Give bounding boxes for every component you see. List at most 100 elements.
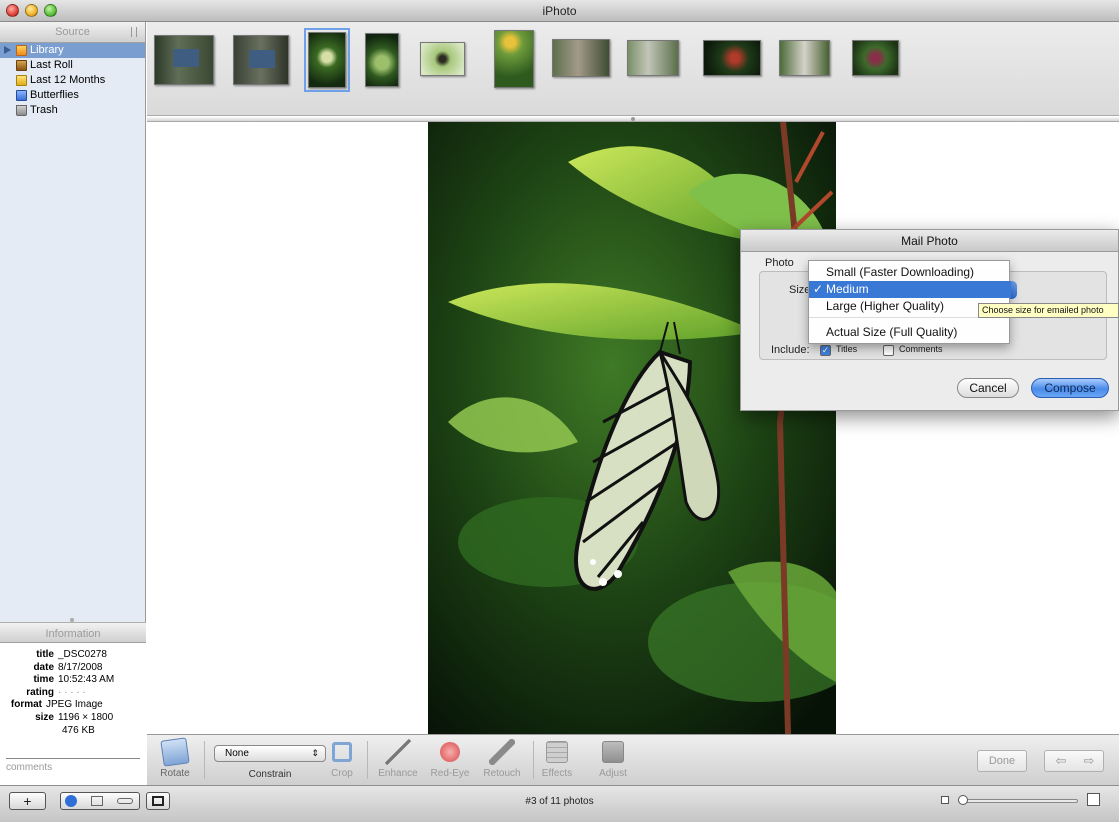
red-eye-icon bbox=[440, 742, 460, 762]
photo-thumbnail[interactable] bbox=[233, 35, 289, 85]
compose-button[interactable]: Compose bbox=[1031, 378, 1109, 398]
album-icon bbox=[16, 90, 27, 101]
titles-checkbox-label: Titles bbox=[836, 344, 858, 354]
photo-thumbnail[interactable] bbox=[494, 30, 534, 88]
constrain-value: None bbox=[225, 748, 249, 759]
comments-checkbox[interactable] bbox=[883, 345, 894, 356]
sidebar-item-library[interactable]: Library bbox=[0, 43, 145, 58]
adjust-button[interactable]: Adjust bbox=[595, 739, 631, 779]
crop-label: Crop bbox=[331, 768, 353, 779]
photo-thumbnail[interactable] bbox=[420, 42, 465, 76]
info-key: date bbox=[33, 661, 54, 673]
photo-thumbnail[interactable] bbox=[703, 40, 761, 76]
sidebar-item-label: Butterflies bbox=[30, 89, 79, 101]
photo-thumbnail[interactable] bbox=[154, 35, 214, 85]
adjust-sliders-icon bbox=[602, 741, 624, 763]
sidebar-item-last-roll[interactable]: Last Roll bbox=[0, 58, 145, 73]
panel-splitter-handle[interactable] bbox=[70, 618, 74, 622]
checkmark-icon: ✓ bbox=[813, 282, 824, 296]
info-key: time bbox=[33, 674, 54, 686]
info-key: size bbox=[35, 711, 54, 723]
zoom-slider[interactable] bbox=[960, 799, 1078, 803]
info-row-time: time 10:52:43 AM bbox=[0, 674, 146, 687]
red-eye-button[interactable]: Red-Eye bbox=[429, 739, 471, 779]
info-row-filesize: 476 KB bbox=[0, 725, 146, 738]
photo-time-value[interactable]: 10:52:43 AM bbox=[58, 674, 146, 687]
disclosure-triangle-icon[interactable] bbox=[4, 46, 11, 54]
sidebar-item-trash[interactable]: Trash bbox=[0, 103, 145, 118]
sidebar-item-label: Last Roll bbox=[30, 59, 73, 71]
effects-button[interactable]: Effects bbox=[539, 739, 575, 779]
zoom-out-icon[interactable] bbox=[941, 796, 949, 804]
size-dropdown-menu: Small (Faster Downloading) ✓ Medium Larg… bbox=[808, 260, 1011, 344]
window-title: iPhoto bbox=[542, 4, 577, 18]
select-arrows-icon: ⇕ bbox=[311, 748, 319, 758]
effects-label: Effects bbox=[541, 768, 573, 779]
source-sidebar: Source Library Last Roll Last 12 Months … bbox=[0, 22, 146, 785]
butterfly-photo-image bbox=[428, 122, 836, 734]
retouch-button[interactable]: Retouch bbox=[481, 739, 523, 779]
photo-thumbnail[interactable] bbox=[779, 40, 830, 76]
rotate-icon bbox=[160, 737, 190, 767]
photo-thumbnail[interactable] bbox=[852, 40, 899, 76]
size-option-small[interactable]: Small (Faster Downloading) bbox=[809, 264, 1011, 281]
photo-thumbnail[interactable] bbox=[627, 40, 679, 76]
done-button[interactable]: Done bbox=[977, 750, 1027, 772]
retouch-brush-icon bbox=[489, 739, 515, 765]
sidebar-item-label: Library bbox=[30, 44, 64, 56]
sidebar-item-butterflies[interactable]: Butterflies bbox=[0, 88, 145, 103]
crop-button[interactable]: Crop bbox=[327, 739, 357, 779]
retouch-label: Retouch bbox=[483, 768, 521, 779]
sidebar-item-label: Last 12 Months bbox=[30, 74, 106, 86]
splitter-dot-icon bbox=[631, 117, 635, 121]
constrain-label: Constrain bbox=[248, 769, 292, 780]
photo-thumbnail-selected[interactable] bbox=[304, 28, 350, 92]
crop-icon bbox=[332, 742, 352, 762]
enhance-label: Enhance bbox=[378, 768, 418, 779]
sidebar-item-label: Trash bbox=[30, 104, 58, 116]
zoom-slider-knob[interactable] bbox=[958, 795, 968, 805]
photo-filmstrip bbox=[147, 22, 1119, 116]
size-option-medium[interactable]: ✓ Medium bbox=[809, 281, 1011, 298]
photo-date-value[interactable]: 8/17/2008 bbox=[58, 662, 146, 675]
titles-checkbox[interactable]: ✓ bbox=[820, 345, 831, 356]
calendar-folder-icon bbox=[16, 75, 27, 86]
rating-dots[interactable]: · · · · · bbox=[58, 687, 146, 700]
size-tooltip: Choose size for emailed photo bbox=[978, 303, 1119, 318]
rotate-button[interactable]: Rotate bbox=[157, 737, 193, 779]
red-eye-label: Red-Eye bbox=[430, 768, 470, 779]
photo-count-status: #3 of 11 photos bbox=[525, 796, 594, 807]
magic-wand-icon bbox=[385, 739, 411, 765]
info-row-size: size 1196 × 1800 bbox=[0, 712, 146, 725]
edit-toolbar: Rotate None ⇕ Constrain Crop Enhance Red… bbox=[147, 734, 1119, 785]
trash-icon bbox=[16, 105, 27, 116]
size-option-actual[interactable]: Actual Size (Full Quality) bbox=[809, 324, 1011, 341]
info-key: format bbox=[10, 699, 42, 711]
previous-photo-button[interactable]: ⇦ bbox=[1047, 753, 1075, 769]
info-key: rating bbox=[26, 686, 54, 698]
photo-thumbnail[interactable] bbox=[552, 39, 610, 77]
sidebar-item-last-12-months[interactable]: Last 12 Months bbox=[0, 73, 145, 88]
info-row-title: title _DSC0278 bbox=[0, 649, 146, 662]
constrain-select[interactable]: None ⇕ bbox=[214, 745, 326, 762]
comments-field[interactable]: comments bbox=[6, 758, 140, 773]
photo-dimensions-value: 1196 × 1800 bbox=[58, 711, 114, 723]
cancel-button[interactable]: Cancel bbox=[957, 378, 1019, 398]
dialog-title: Mail Photo bbox=[741, 230, 1118, 252]
adjust-label: Adjust bbox=[599, 768, 627, 779]
source-header-label: Source bbox=[55, 26, 90, 38]
info-row-rating: rating · · · · · bbox=[0, 687, 146, 700]
photo-thumbnail[interactable] bbox=[365, 33, 399, 87]
photo-viewer bbox=[147, 122, 1119, 734]
sidebar-resize-grip[interactable] bbox=[131, 27, 137, 37]
size-option-label: Medium bbox=[826, 282, 869, 296]
main-photo[interactable] bbox=[428, 122, 836, 734]
enhance-button[interactable]: Enhance bbox=[377, 739, 419, 779]
information-panel: Information title _DSC0278 date 8/17/200… bbox=[0, 618, 146, 785]
photo-format-value: JPEG Image bbox=[46, 699, 103, 711]
next-photo-button[interactable]: ⇨ bbox=[1075, 753, 1103, 769]
photo-title-value[interactable]: _DSC0278 bbox=[58, 649, 146, 662]
photo-group-label: Photo bbox=[765, 257, 794, 269]
zoom-in-icon[interactable] bbox=[1087, 793, 1100, 806]
library-icon bbox=[16, 45, 27, 56]
